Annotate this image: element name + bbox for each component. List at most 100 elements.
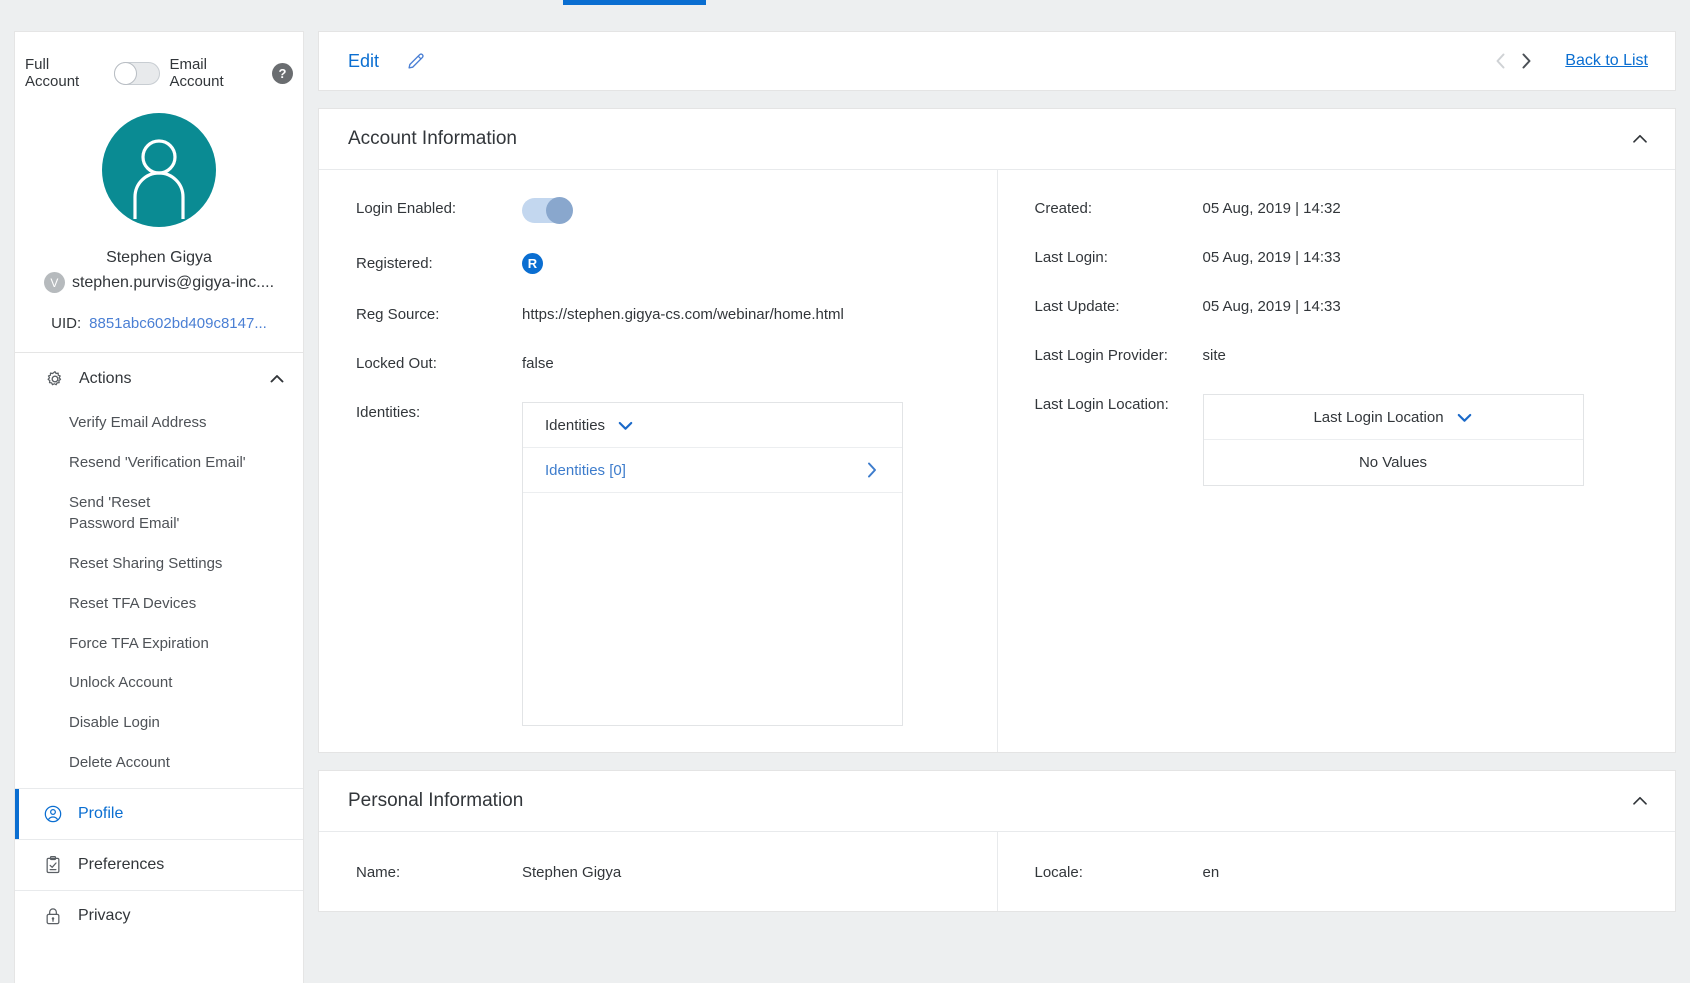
last-login-location-panel-header-label: Last Login Location <box>1313 408 1444 426</box>
uid-label: UID: <box>51 315 82 332</box>
back-to-list-link[interactable]: Back to List <box>1565 52 1648 70</box>
last-login-location-panel: Last Login Location No Values <box>1202 394 1584 486</box>
account-information-body: Login Enabled: Registered: R Reg Source:… <box>319 170 1675 752</box>
identities-panel-empty-area <box>523 493 902 725</box>
gear-icon <box>47 371 62 386</box>
sidebar-item-preferences[interactable]: Preferences <box>15 838 303 890</box>
full-account-label: Full Account <box>25 56 80 90</box>
field-created: Created: 05 Aug, 2019 | 14:32 <box>998 198 1676 217</box>
field-login-enabled-label: Login Enabled: <box>356 200 457 217</box>
field-reg-source-value: https://stephen.gigya-cs.com/webinar/hom… <box>522 306 844 323</box>
field-locale: Locale: en <box>998 862 1676 881</box>
chevron-down-icon <box>618 421 633 430</box>
lock-icon <box>46 907 60 924</box>
action-disable-login[interactable]: Disable Login <box>15 703 303 743</box>
field-last-update-value: 05 Aug, 2019 | 14:33 <box>1202 298 1341 315</box>
top-tab-strip <box>0 0 1690 8</box>
field-name-value: Stephen Gigya <box>522 864 622 881</box>
personal-info-left-column: Name: Stephen Gigya <box>319 832 998 911</box>
account-info-right-column: Created: 05 Aug, 2019 | 14:32 Last Login… <box>998 170 1676 752</box>
chevron-up-icon[interactable] <box>269 371 285 387</box>
action-resend-verification-email[interactable]: Resend 'Verification Email' <box>15 443 303 483</box>
toggle-knob <box>546 197 573 224</box>
account-type-switch[interactable] <box>114 61 161 85</box>
identities-panel-header-label: Identities <box>545 416 606 434</box>
field-last-login-provider: Last Login Provider: site <box>998 345 1676 364</box>
active-tab-indicator[interactable] <box>563 0 706 5</box>
prev-record-button[interactable] <box>1487 48 1513 74</box>
uid-value[interactable]: 8851abc602bd409c8147... <box>89 315 267 332</box>
field-name-label: Name: <box>356 864 401 881</box>
chevron-down-icon <box>1457 413 1471 422</box>
identities-panel-header[interactable]: Identities <box>523 403 902 448</box>
field-created-value: 05 Aug, 2019 | 14:32 <box>1202 200 1341 217</box>
field-last-update: Last Update: 05 Aug, 2019 | 14:33 <box>998 296 1676 315</box>
chevron-up-icon[interactable] <box>1632 793 1648 809</box>
action-unlock-account[interactable]: Unlock Account <box>15 663 303 703</box>
action-delete-account[interactable]: Delete Account <box>15 743 303 788</box>
chevron-right-icon <box>868 462 876 478</box>
action-reset-tfa-devices[interactable]: Reset TFA Devices <box>15 584 303 624</box>
detail-toolbar: Edit Back to List <box>318 31 1676 91</box>
chevron-up-icon[interactable] <box>1632 131 1648 147</box>
field-registered-label: Registered: <box>356 255 433 272</box>
sidebar-item-privacy-label: Privacy <box>78 906 131 924</box>
sidebar-item-preferences-label: Preferences <box>78 855 165 873</box>
identities-row-0-label: Identities [0] <box>545 461 626 479</box>
sidebar-item-privacy[interactable]: Privacy <box>15 889 303 941</box>
identities-row-0[interactable]: Identities [0] <box>523 448 902 493</box>
sidebar-item-profile-label: Profile <box>78 804 124 822</box>
next-record-button[interactable] <box>1513 48 1539 74</box>
field-last-login: Last Login: 05 Aug, 2019 | 14:33 <box>998 247 1676 266</box>
action-force-tfa-expiration[interactable]: Force TFA Expiration <box>15 624 303 664</box>
clipboard-check-icon <box>46 855 60 873</box>
field-reg-source: Reg Source: https://stephen.gigya-cs.com… <box>319 304 997 323</box>
field-locked-out-value: false <box>522 355 554 372</box>
edit-button[interactable]: Edit <box>348 51 379 72</box>
pencil-icon[interactable] <box>405 50 427 72</box>
personal-information-card: Personal Information Name: Stephen Gigya <box>318 770 1676 912</box>
field-last-login-value: 05 Aug, 2019 | 14:33 <box>1202 249 1341 266</box>
sidebar: Full Account Email Account ? Stephen Gig… <box>14 31 304 983</box>
app-root: Full Account Email Account ? Stephen Gig… <box>0 0 1690 983</box>
field-last-login-label: Last Login: <box>1034 249 1108 266</box>
field-locale-label: Locale: <box>1034 864 1083 881</box>
field-locale-value: en <box>1202 864 1220 881</box>
chevron-right-icon <box>1522 53 1531 69</box>
field-last-login-provider-value: site <box>1202 347 1226 364</box>
account-information-title: Account Information <box>348 128 517 149</box>
field-registered: Registered: R <box>319 253 997 274</box>
action-verify-email-address[interactable]: Verify Email Address <box>15 403 303 443</box>
action-send-reset-password-email[interactable]: Send 'Reset Password Email' <box>15 483 230 545</box>
account-information-header[interactable]: Account Information <box>319 109 1675 170</box>
field-last-login-location-label: Last Login Location: <box>1034 396 1169 413</box>
user-name: Stephen Gigya <box>106 249 212 266</box>
body-layout: Full Account Email Account ? Stephen Gig… <box>0 8 1690 983</box>
registered-badge-icon: R <box>522 253 543 274</box>
pencil-glyph <box>408 53 424 69</box>
identities-panel: Identities Identities [0] <box>522 402 903 726</box>
verified-icon: V <box>43 272 65 293</box>
field-reg-source-label: Reg Source: <box>356 306 440 323</box>
person-silhouette-icon <box>133 139 185 219</box>
field-last-login-location: Last Login Location: Last Login Location… <box>998 394 1676 486</box>
field-locked-out-label: Locked Out: <box>356 355 437 372</box>
personal-information-header[interactable]: Personal Information <box>319 771 1675 832</box>
field-created-label: Created: <box>1034 200 1093 217</box>
actions-section-header[interactable]: Actions <box>15 353 303 403</box>
uid-row: UID: 8851abc602bd409c8147... <box>15 315 303 353</box>
action-reset-sharing-settings[interactable]: Reset Sharing Settings <box>15 544 303 584</box>
personal-info-right-column: Locale: en <box>998 832 1676 911</box>
main-content: Edit Back to List Account Information Lo… <box>318 31 1676 983</box>
help-icon[interactable]: ? <box>272 62 293 84</box>
account-type-toggle-row: Full Account Email Account ? <box>15 32 303 96</box>
field-last-update-label: Last Update: <box>1034 298 1120 315</box>
sidebar-item-profile[interactable]: Profile <box>15 787 303 839</box>
user-email-row: V stephen.purvis@gigya-inc.... <box>15 272 303 293</box>
login-enabled-toggle[interactable] <box>522 197 573 224</box>
account-information-card: Account Information Login Enabled: Regis… <box>318 108 1676 753</box>
field-login-enabled: Login Enabled: <box>319 197 997 224</box>
avatar-wrap <box>15 113 303 227</box>
last-login-location-panel-header[interactable]: Last Login Location <box>1203 395 1583 440</box>
email-account-label: Email Account <box>169 56 224 90</box>
